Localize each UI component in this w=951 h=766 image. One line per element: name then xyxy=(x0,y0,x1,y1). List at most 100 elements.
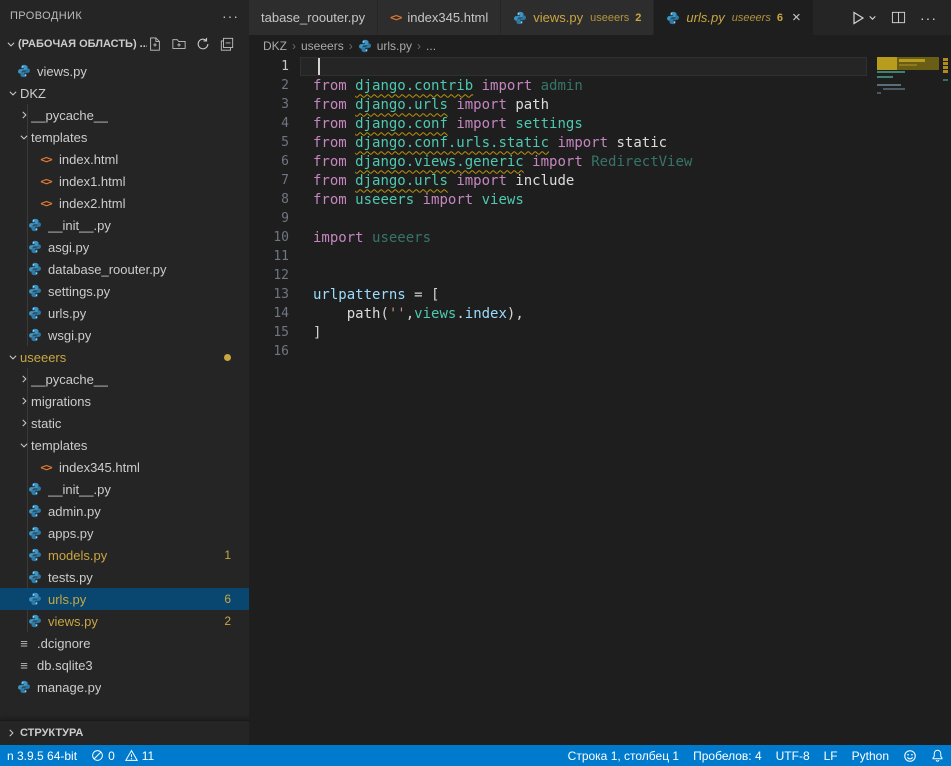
code-line-3[interactable]: 3from django.urls import path xyxy=(249,95,951,114)
line-number[interactable]: 6 xyxy=(249,154,289,169)
tab-index345.html[interactable]: <>index345.html xyxy=(378,0,500,35)
line-number[interactable]: 9 xyxy=(249,211,289,226)
tree-file-db.sqlite3[interactable]: ≡db.sqlite3 xyxy=(0,654,249,676)
tree-file-asgi.py[interactable]: asgi.py xyxy=(0,236,249,258)
tree-folder-templates[interactable]: templates xyxy=(0,126,249,148)
python-icon xyxy=(27,284,43,298)
status-feedback[interactable] xyxy=(896,745,924,766)
status-encoding[interactable]: UTF-8 xyxy=(769,745,817,766)
line-number[interactable]: 12 xyxy=(249,268,289,283)
code-line-6[interactable]: 6from django.views.generic import Redire… xyxy=(249,152,951,171)
token: ] xyxy=(313,325,321,341)
tree-folder-migrations[interactable]: migrations xyxy=(0,390,249,412)
tab-urls.py[interactable]: urls.pyuseeers6× xyxy=(654,0,812,35)
line-number[interactable]: 10 xyxy=(249,230,289,245)
tree-folder-DKZ[interactable]: DKZ xyxy=(0,82,249,104)
code-line-9[interactable]: 9 xyxy=(249,209,951,228)
code-line-13[interactable]: 13urlpatterns = [ xyxy=(249,285,951,304)
code-line-5[interactable]: 5from django.conf.urls.static import sta… xyxy=(249,133,951,152)
status-indentation[interactable]: Пробелов: 4 xyxy=(686,745,769,766)
workspace-section-header[interactable]: (РАБОЧАЯ ОБЛАСТЬ) ... xyxy=(0,32,249,56)
tree-file-index1.html[interactable]: <>index1.html xyxy=(0,170,249,192)
status-notifications[interactable] xyxy=(924,745,951,766)
explorer-more-actions-icon[interactable]: ··· xyxy=(222,8,239,24)
python-icon xyxy=(27,614,43,628)
code-line-15[interactable]: 15] xyxy=(249,323,951,342)
breadcrumb-item-...[interactable]: ... xyxy=(426,39,436,53)
tree-file-index2.html[interactable]: <>index2.html xyxy=(0,192,249,214)
status-python-interpreter[interactable]: n 3.9.5 64-bit xyxy=(0,745,84,766)
overview-ruler[interactable] xyxy=(941,57,951,745)
tree-folder-useeers[interactable]: useeers xyxy=(0,346,249,368)
line-number[interactable]: 7 xyxy=(249,173,289,188)
tree-file-__init__.py[interactable]: __init__.py xyxy=(0,214,249,236)
code-line-11[interactable]: 11 xyxy=(249,247,951,266)
new-folder-icon[interactable] xyxy=(171,36,187,52)
code-line-16[interactable]: 16 xyxy=(249,342,951,361)
line-number[interactable]: 11 xyxy=(249,249,289,264)
token: import xyxy=(313,230,364,246)
tree-folder-__pycache__[interactable]: __pycache__ xyxy=(0,368,249,390)
new-file-icon[interactable] xyxy=(147,36,163,52)
collapse-all-icon[interactable] xyxy=(219,36,235,52)
line-number[interactable]: 15 xyxy=(249,325,289,340)
tree-file-views.py[interactable]: views.py2 xyxy=(0,610,249,632)
code-line-2[interactable]: 2from django.contrib import admin xyxy=(249,76,951,95)
breadcrumb-item-useeers[interactable]: useeers xyxy=(301,39,344,53)
token xyxy=(347,154,355,170)
more-actions-button[interactable]: ··· xyxy=(920,10,937,26)
line-number[interactable]: 3 xyxy=(249,97,289,112)
status-cursor-position[interactable]: Строка 1, столбец 1 xyxy=(561,745,686,766)
tab-tabase_roouter.py[interactable]: tabase_roouter.py xyxy=(249,0,377,35)
status-problems[interactable]: 011 xyxy=(84,745,161,766)
line-number[interactable]: 16 xyxy=(249,344,289,359)
split-editor-button[interactable] xyxy=(891,10,906,25)
tree-file-index345.html[interactable]: <>index345.html xyxy=(0,456,249,478)
code-line-12[interactable]: 12 xyxy=(249,266,951,285)
breadcrumb-item-urls.py[interactable]: urls.py xyxy=(358,39,412,53)
line-number[interactable]: 5 xyxy=(249,135,289,150)
line-number[interactable]: 2 xyxy=(249,78,289,93)
code-line-10[interactable]: 10import useeers xyxy=(249,228,951,247)
tree-file-urls.py[interactable]: urls.py6 xyxy=(0,588,249,610)
tree-folder-templates[interactable]: templates xyxy=(0,434,249,456)
tree-file-apps.py[interactable]: apps.py xyxy=(0,522,249,544)
tree-file-settings.py[interactable]: settings.py xyxy=(0,280,249,302)
line-number[interactable]: 13 xyxy=(249,287,289,302)
status-language-mode[interactable]: Python xyxy=(845,745,896,766)
tree-file-index.html[interactable]: <>index.html xyxy=(0,148,249,170)
tab-views.py[interactable]: views.pyuseeers2 xyxy=(501,0,653,35)
tree-file-views.py[interactable]: views.py xyxy=(0,60,249,82)
line-number[interactable]: 14 xyxy=(249,306,289,321)
code-line-7[interactable]: 7from django.urls import include xyxy=(249,171,951,190)
code-line-14[interactable]: 14 path('',views.index), xyxy=(249,304,951,323)
run-button[interactable] xyxy=(850,10,877,26)
close-icon[interactable]: × xyxy=(792,10,801,25)
token: import xyxy=(456,116,507,132)
tree-file-__init__.py[interactable]: __init__.py xyxy=(0,478,249,500)
code-line-4[interactable]: 4from django.conf import settings xyxy=(249,114,951,133)
code-line-1[interactable]: 1 xyxy=(249,57,951,76)
tree-file-models.py[interactable]: models.py1 xyxy=(0,544,249,566)
refresh-icon[interactable] xyxy=(195,36,211,52)
tree-folder-static[interactable]: static xyxy=(0,412,249,434)
line-number[interactable]: 4 xyxy=(249,116,289,131)
line-number[interactable]: 8 xyxy=(249,192,289,207)
minimap[interactable] xyxy=(875,57,941,177)
code-editor[interactable]: 1 2from django.contrib import admin3from … xyxy=(249,57,951,745)
tree-file-manage.py[interactable]: manage.py xyxy=(0,676,249,698)
breadcrumb-item-DKZ[interactable]: DKZ xyxy=(263,39,287,53)
chevron-right-icon xyxy=(17,418,31,428)
line-number[interactable]: 1 xyxy=(249,59,289,74)
html-icon: <> xyxy=(38,153,54,166)
code-line-8[interactable]: 8from useeers import views xyxy=(249,190,951,209)
tree-file-wsgi.py[interactable]: wsgi.py xyxy=(0,324,249,346)
tree-file-.dcignore[interactable]: ≡.dcignore xyxy=(0,632,249,654)
status-eol[interactable]: LF xyxy=(817,745,845,766)
tree-file-database_roouter.py[interactable]: database_roouter.py xyxy=(0,258,249,280)
tree-folder-__pycache__[interactable]: __pycache__ xyxy=(0,104,249,126)
tree-file-admin.py[interactable]: admin.py xyxy=(0,500,249,522)
tree-file-tests.py[interactable]: tests.py xyxy=(0,566,249,588)
outline-section-header[interactable]: СТРУКТУРА xyxy=(0,720,249,745)
tree-file-urls.py[interactable]: urls.py xyxy=(0,302,249,324)
